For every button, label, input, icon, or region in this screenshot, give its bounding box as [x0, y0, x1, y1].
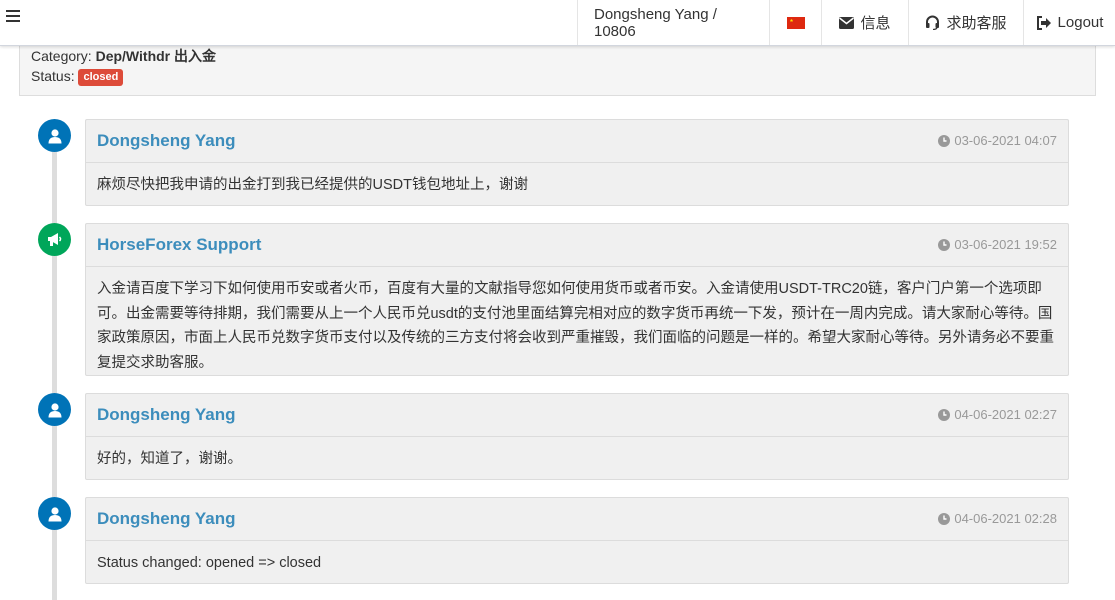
message-time: 03-06-2021 19:52: [938, 237, 1057, 252]
timeline-item-header: Dongsheng Yang 04-06-2021 02:27: [86, 394, 1068, 437]
timeline-item-header: Dongsheng Yang 03-06-2021 04:07: [86, 120, 1068, 163]
clock-icon: [938, 512, 951, 525]
clock-icon: [938, 238, 951, 251]
user-icon: [38, 119, 71, 152]
message-time-text: 03-06-2021 04:07: [954, 133, 1057, 148]
user-name-label: Dongsheng Yang / 10806: [594, 5, 717, 40]
message-author: Dongsheng Yang: [97, 131, 236, 150]
timeline-item: HorseForex Support 03-06-2021 19:52 入金请百…: [85, 223, 1069, 376]
clock-icon: [938, 408, 951, 421]
user-menu[interactable]: Dongsheng Yang / 10806: [577, 0, 769, 45]
timeline-item: Dongsheng Yang 04-06-2021 02:27 好的，知道了，谢…: [85, 393, 1069, 480]
message-time: 03-06-2021 04:07: [938, 133, 1057, 148]
support-link[interactable]: 求助客服: [908, 0, 1023, 45]
bullhorn-icon: [38, 223, 71, 256]
logout-link[interactable]: Logout: [1023, 0, 1115, 45]
message-body: 好的，知道了，谢谢。: [97, 451, 242, 467]
message-time-text: 04-06-2021 02:28: [954, 511, 1057, 526]
message-body: 麻烦尽快把我申请的出金打到我已经提供的USDT钱包地址上，谢谢: [97, 177, 528, 193]
message-time-text: 04-06-2021 02:27: [954, 407, 1057, 422]
clock-icon: [938, 134, 951, 147]
message-body: 入金请百度下学习下如何使用币安或者火币，百度有大量的文献指导您如何使用货币或者币…: [97, 281, 1054, 371]
language-selector[interactable]: [769, 0, 821, 45]
message-time: 04-06-2021 02:27: [938, 407, 1057, 422]
timeline-item: Dongsheng Yang 04-06-2021 02:28 Status c…: [85, 497, 1069, 584]
top-navbar: Dongsheng Yang / 10806 信息 求助客服 Logout: [0, 0, 1115, 46]
message-time-text: 03-06-2021 19:52: [954, 237, 1057, 252]
message-time: 04-06-2021 02:28: [938, 511, 1057, 526]
sign-out-icon: [1036, 15, 1052, 30]
messages-link[interactable]: 信息: [821, 0, 908, 45]
messages-label: 信息: [860, 15, 891, 32]
headset-icon: [925, 15, 940, 30]
message-author: HorseForex Support: [97, 235, 262, 254]
status-badge: closed: [78, 69, 124, 86]
ticket-status: Status: closed: [31, 68, 124, 86]
timeline-item: Dongsheng Yang 03-06-2021 04:07 麻烦尽快把我申请…: [85, 119, 1069, 206]
menu-toggle-icon[interactable]: [6, 10, 20, 24]
category-label: Category:: [31, 48, 92, 64]
timeline-item-header: HorseForex Support 03-06-2021 19:52: [86, 224, 1068, 267]
message-author: Dongsheng Yang: [97, 509, 236, 528]
top-nav-menu: Dongsheng Yang / 10806 信息 求助客服 Logout: [577, 0, 1115, 45]
category-value: Dep/Withdr 出入金: [95, 48, 217, 64]
ticket-category: Category: Dep/Withdr 出入金: [31, 46, 216, 66]
logout-label: Logout: [1057, 14, 1104, 31]
user-icon: [38, 393, 71, 426]
china-flag-icon: [786, 16, 805, 29]
message-author: Dongsheng Yang: [97, 405, 236, 424]
status-label: Status:: [31, 68, 75, 84]
user-icon: [38, 497, 71, 530]
envelope-icon: [839, 16, 855, 29]
support-label: 求助客服: [946, 15, 1007, 32]
message-body: Status changed: opened => closed: [97, 555, 322, 571]
timeline-item-header: Dongsheng Yang 04-06-2021 02:28: [86, 498, 1068, 541]
